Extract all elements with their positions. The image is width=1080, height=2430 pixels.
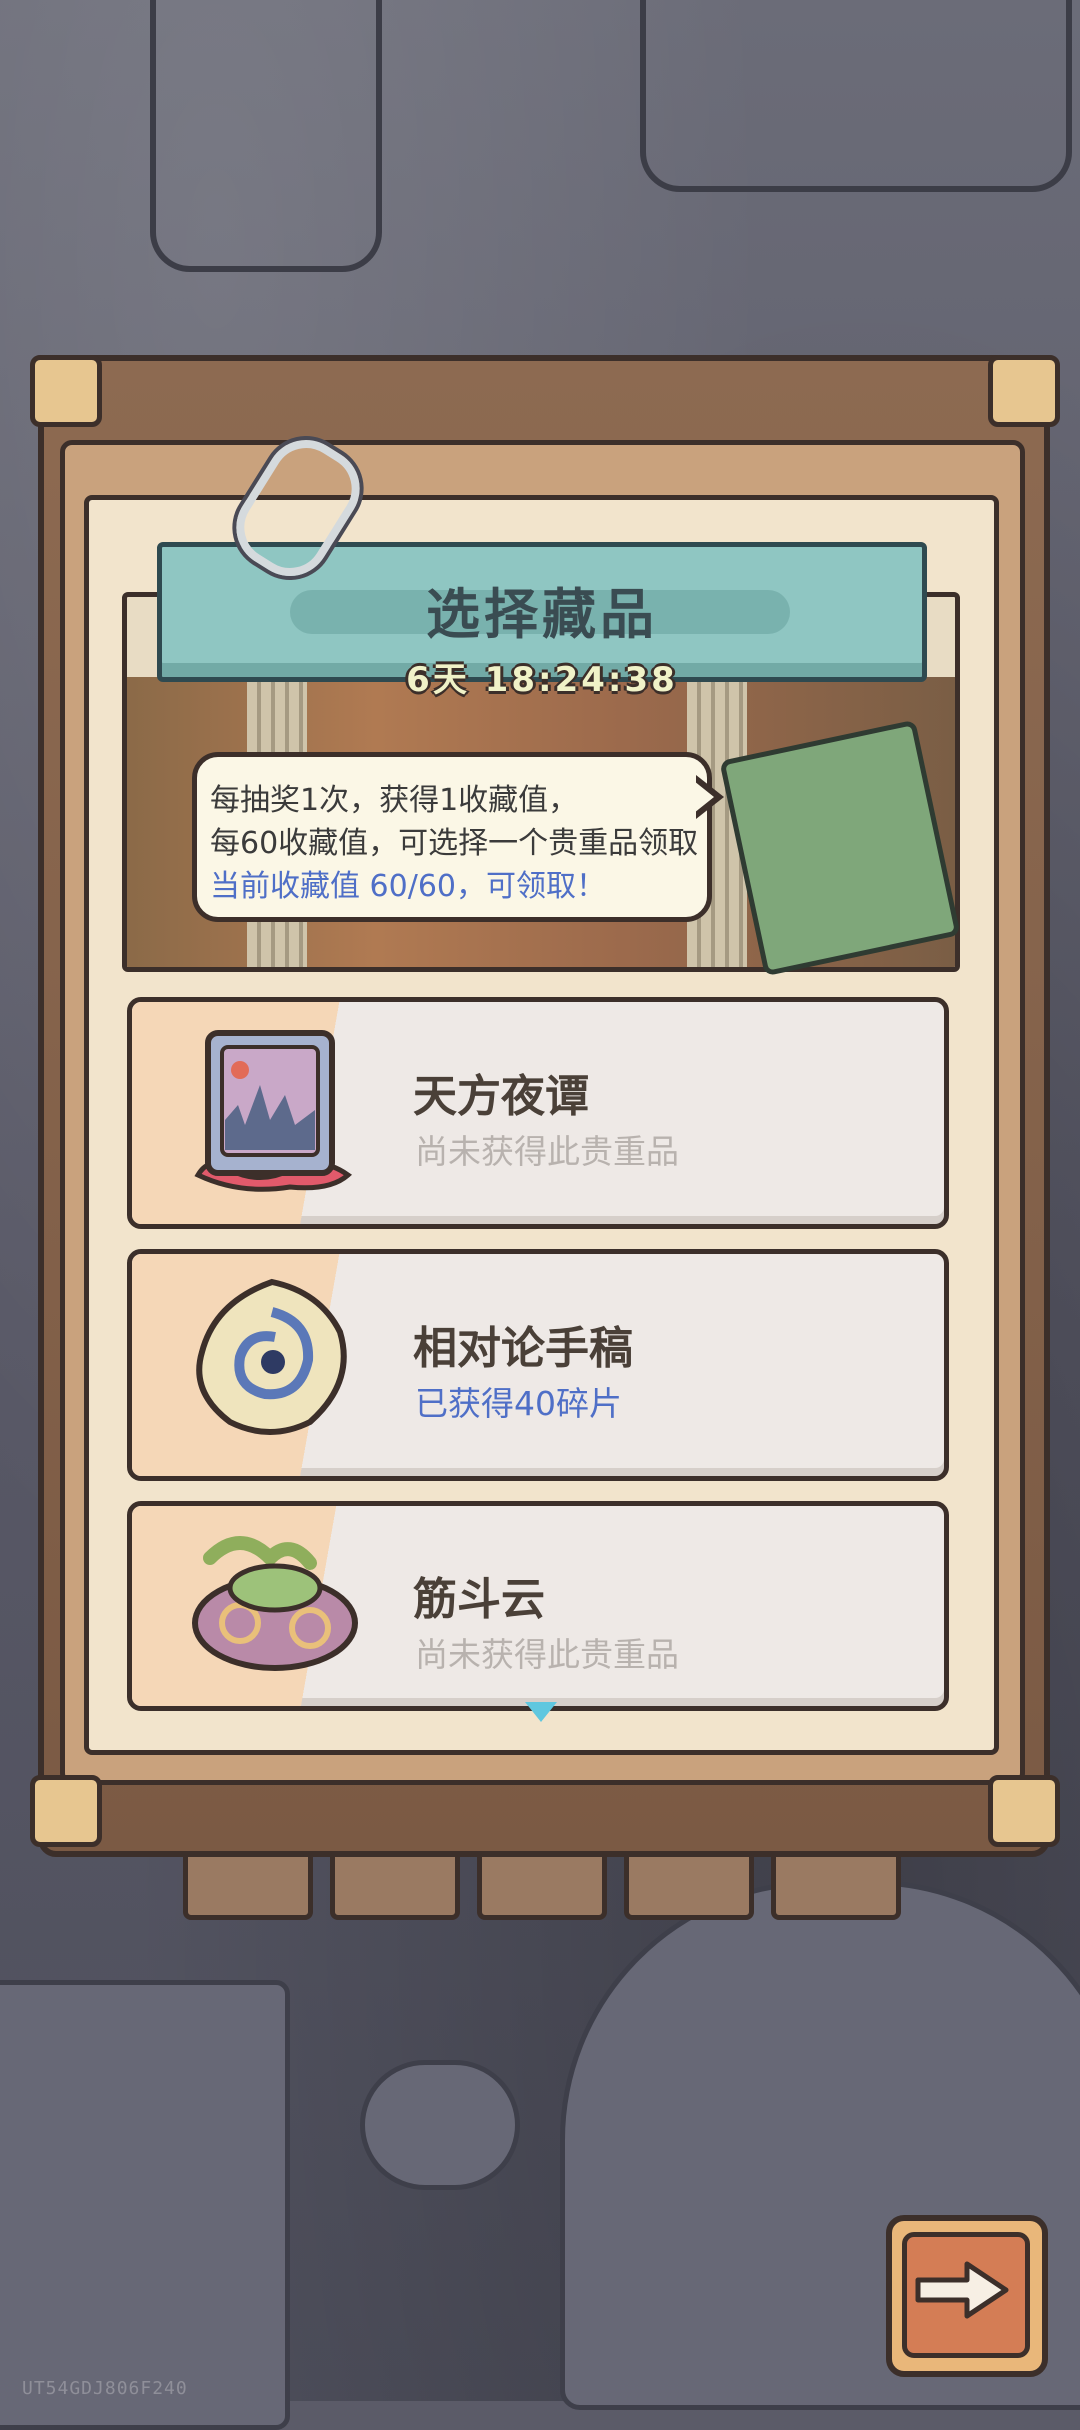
crate-decoration bbox=[0, 1980, 290, 2430]
watermark: UT54GDJ806F240 bbox=[22, 2378, 188, 2399]
frame-corner bbox=[30, 355, 102, 427]
scroll-down-indicator-icon[interactable] bbox=[525, 1702, 557, 1722]
collectible-status: 尚未获得此贵重品 bbox=[415, 1635, 679, 1674]
storybook-icon bbox=[194, 1030, 353, 1192]
pipe-decoration bbox=[640, 0, 1072, 192]
frame-corner bbox=[988, 355, 1060, 427]
collectible-name: 筋斗云 bbox=[413, 1574, 545, 1625]
bucket-decoration bbox=[360, 2060, 520, 2190]
collectible-name: 天方夜谭 bbox=[413, 1071, 589, 1122]
cloud-icon bbox=[192, 1536, 358, 1671]
info-text-line: 每60收藏值，可选择一个贵重品领取 bbox=[210, 826, 699, 861]
swirl-manuscript-icon bbox=[196, 1278, 347, 1435]
pipe-decoration bbox=[150, 0, 382, 272]
arrow-right-icon bbox=[915, 2261, 1009, 2319]
collection-progress: 当前收藏值 60/60，可领取！ bbox=[210, 869, 606, 904]
collectible-status: 已获得40碎片 bbox=[415, 1384, 622, 1423]
collectible-name: 相对论手稿 bbox=[413, 1323, 633, 1374]
frame-corner bbox=[988, 1775, 1060, 1847]
countdown-timer: 6天 18:24:38 bbox=[406, 660, 678, 700]
info-text-line: 每抽奖1次，获得1收藏值， bbox=[210, 783, 579, 818]
frame-corner bbox=[30, 1775, 102, 1847]
dialog-title: 选择藏品 bbox=[426, 583, 658, 646]
collectible-status: 尚未获得此贵重品 bbox=[415, 1132, 679, 1171]
